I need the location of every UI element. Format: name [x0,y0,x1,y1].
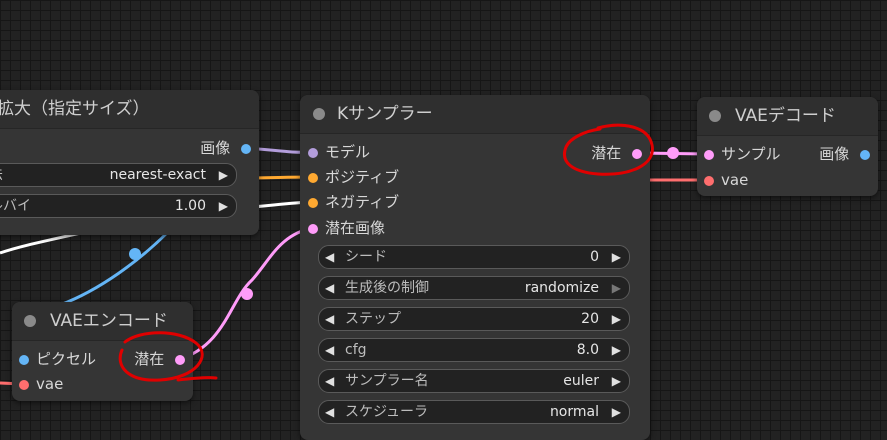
widget-sampler-name[interactable]: ◀ サンプラー名 euler ▶ [318,369,630,393]
output-image[interactable]: 画像 [819,143,870,165]
input-latent-image[interactable]: 潜在画像 [308,217,385,239]
output-dot[interactable] [175,354,185,365]
widget-value: normal [549,404,599,420]
widget-value: 8.0 [576,342,599,358]
input-samples[interactable]: サンプル [704,143,781,165]
collapse-dot-icon[interactable] [709,110,721,122]
input-positive[interactable]: ポジティブ [308,166,399,188]
collapse-dot-icon[interactable] [24,315,36,327]
widget-steps[interactable]: ◀ ステップ 20 ▶ [318,307,630,331]
arrow-right-icon[interactable]: ▶ [612,339,621,361]
node-title: VAEデコード [735,106,836,126]
slot-label: 潜在画像 [325,219,386,237]
arrow-left-icon[interactable]: ◀ [325,308,334,330]
input-pixels[interactable]: ピクセル [19,348,96,370]
output-dot[interactable] [632,148,642,159]
slot-label: ポジティブ [325,168,400,186]
slot-label: ピクセル [36,350,97,368]
input-vae[interactable]: vae [19,373,63,395]
widget-control-after-generate[interactable]: ◀ 生成後の制御 randomize ▶ [318,276,630,300]
link-latent-to-sampler [179,226,314,361]
output-image[interactable]: 画像 [200,137,251,159]
widget-label: シード [345,249,387,265]
arrow-left-icon[interactable]: ◀ [325,339,334,361]
arrow-right-icon[interactable]: ▶ [612,401,621,423]
slot-label: 潜在 [591,144,622,162]
widget-upscale-method[interactable]: 法 nearest-exact ▶ [0,163,237,187]
widget-value: 0 [590,249,599,265]
input-dot[interactable] [308,197,318,208]
node-title-bar[interactable]: 拡大（指定サイズ） [0,90,259,129]
widget-value: euler [563,373,599,389]
arrow-right-icon[interactable]: ▶ [612,308,621,330]
input-dot[interactable] [704,175,714,186]
node-title: Kサンプラー [337,104,433,124]
link-reroute-dot[interactable] [241,288,253,300]
slot-label: ネガティブ [325,193,400,211]
widget-label: 法 [0,164,3,186]
widget-scheduler[interactable]: ◀ スケジューラ normal ▶ [318,400,630,424]
output-latent[interactable]: 潜在 [134,348,185,370]
widget-crop[interactable]: ルバイ 1.00 ▶ [0,194,237,218]
link-conditioning-extra [0,230,86,255]
input-dot[interactable] [19,354,29,365]
collapse-dot-icon[interactable] [313,108,325,120]
arrow-right-icon[interactable]: ▶ [219,195,228,217]
widget-label: サンプラー名 [345,373,429,389]
arrow-right-icon[interactable]: ▶ [219,164,228,186]
vae-decode-node[interactable]: VAEデコード サンプル vae 画像 [697,97,878,196]
slot-label: vae [36,375,64,393]
widget-seed[interactable]: ◀ シード 0 ▶ [318,245,630,269]
node-title: 拡大（指定サイズ） [0,99,150,119]
widget-cfg[interactable]: ◀ cfg 8.0 ▶ [318,338,630,362]
widget-value: randomize [524,280,599,296]
arrow-right-icon[interactable]: ▶ [612,370,621,392]
arrow-left-icon[interactable]: ◀ [325,246,334,268]
input-vae[interactable]: vae [704,169,748,191]
slot-label: モデル [325,143,371,161]
slot-label: 画像 [819,145,850,163]
link-reroute-dot[interactable] [129,248,141,260]
arrow-right-icon[interactable]: ▶ [612,246,621,268]
input-model[interactable]: モデル [308,141,370,163]
slot-label: 画像 [200,139,231,157]
widget-label: スケジューラ [345,404,429,420]
arrow-left-icon[interactable]: ◀ [325,277,334,299]
slot-label: サンプル [721,145,781,163]
widget-value: 20 [581,311,599,327]
input-dot[interactable] [308,147,318,158]
input-dot[interactable] [704,149,714,160]
arrow-left-icon[interactable]: ◀ [325,401,334,423]
input-dot[interactable] [19,379,29,390]
input-negative[interactable]: ネガティブ [308,191,399,213]
upscale-node[interactable]: 拡大（指定サイズ） 画像 法 nearest-exact ▶ ルバイ 1.00 … [0,90,259,235]
widget-label: 生成後の制御 [345,280,429,296]
widget-value: 1.00 [174,198,206,214]
widget-label: ステップ [345,311,401,327]
widget-label: cfg [345,342,367,358]
output-dot[interactable] [241,143,251,154]
slot-label: 潜在 [134,350,165,368]
widget-label: ルバイ [0,198,31,214]
ksampler-node[interactable]: Kサンプラー モデル ポジティブ ネガティブ 潜在画像 潜在 ◀ シード 0 ▶… [300,95,650,440]
arrow-left-icon[interactable]: ◀ [325,370,334,392]
output-latent[interactable]: 潜在 [591,142,642,164]
link-image-to-encoder [59,230,170,307]
vae-encode-node[interactable]: VAEエンコード ピクセル vae 潜在 [12,302,193,401]
output-dot[interactable] [860,149,870,160]
node-title-bar[interactable]: VAEエンコード [12,302,193,341]
slot-label: vae [721,171,749,189]
input-dot[interactable] [308,223,318,234]
input-dot[interactable] [308,172,318,183]
node-title: VAEエンコード [50,311,168,331]
node-title-bar[interactable]: VAEデコード [697,97,878,136]
node-title-bar[interactable]: Kサンプラー [300,95,650,134]
link-reroute-dot[interactable] [667,147,679,159]
widget-value: nearest-exact [109,167,206,183]
arrow-right-icon[interactable]: ▶ [612,277,621,299]
